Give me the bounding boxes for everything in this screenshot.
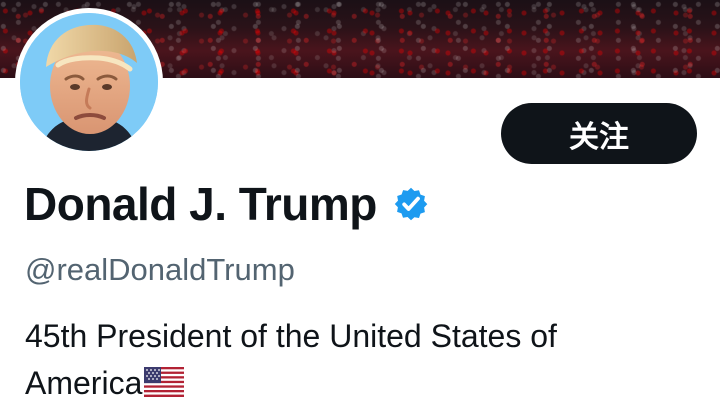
bio-line-2: America [25, 365, 143, 401]
name-row: Donald J. Trump [24, 181, 429, 227]
verified-badge-icon-shape [394, 187, 428, 221]
verified-badge-icon[interactable] [393, 186, 429, 222]
avatar-image [20, 13, 158, 151]
avatar-frame [15, 8, 163, 156]
profile-bio: 45th President of the United States of A… [25, 313, 675, 407]
follow-button[interactable]: 关注 [501, 103, 697, 164]
us-flag-icon-shape [144, 367, 185, 397]
us-flag-icon [144, 367, 185, 397]
bio-line-1: 45th President of the United States of [25, 318, 557, 354]
avatar[interactable] [20, 13, 158, 151]
profile-header: 关注 Donald J. Trump @realDonaldTrump 45th… [0, 0, 720, 405]
profile-handle: @realDonaldTrump [25, 252, 295, 287]
display-name: Donald J. Trump [24, 178, 377, 230]
